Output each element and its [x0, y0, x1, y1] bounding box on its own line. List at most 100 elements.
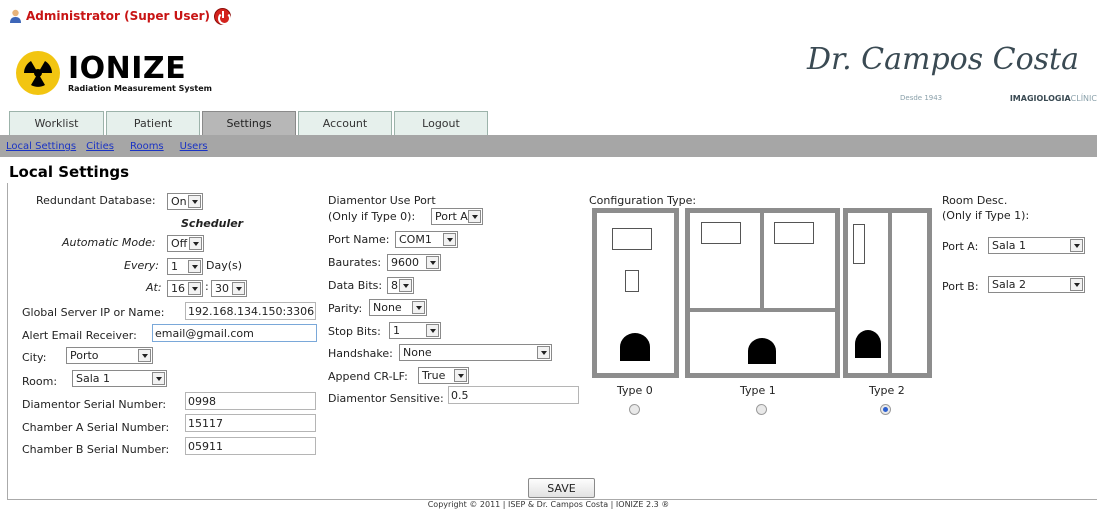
partner-clinic: IMAGIOLOGIACLÍNIC: [1010, 94, 1097, 103]
copyright: Copyright © 2011 | ISEP & Dr. Campos Cos…: [427, 500, 670, 509]
save-button[interactable]: SAVE: [528, 478, 595, 498]
baud-label: Baurates:: [328, 256, 382, 269]
at-hour-select[interactable]: 16: [167, 280, 203, 297]
email-label: Alert Email Receiver:: [22, 329, 137, 342]
tab-account[interactable]: Account: [298, 111, 392, 135]
diamentor-sn-label: Diamentor Serial Number:: [22, 398, 167, 411]
stop-bits-select[interactable]: 1: [389, 322, 441, 339]
chevron-down-icon: [537, 346, 550, 359]
crlf-select[interactable]: True: [418, 367, 469, 384]
data-bits-select[interactable]: 8: [387, 277, 414, 294]
power-icon[interactable]: [214, 7, 232, 25]
type-2-label: Type 2: [869, 384, 905, 397]
partner-logo: Dr. Campos Costa Desde 1943 IMAGIOLOGIAC…: [807, 38, 1097, 108]
user-name: Administrator (Super User): [26, 9, 211, 23]
redundant-db-select[interactable]: On: [167, 193, 203, 210]
data-bits-label: Data Bits:: [328, 279, 383, 292]
use-port-select[interactable]: Port A: [431, 208, 483, 225]
app-logo: IONIZE Radiation Measurement System: [12, 50, 212, 96]
email-input[interactable]: email@gmail.com: [152, 324, 317, 342]
port-b-select[interactable]: Sala 2: [988, 276, 1085, 293]
stop-bits-label: Stop Bits:: [328, 325, 381, 338]
chevron-down-icon: [426, 256, 439, 269]
operator-figure: [855, 330, 881, 358]
parity-select[interactable]: None: [369, 299, 427, 316]
port-a-select[interactable]: Sala 1: [988, 237, 1085, 254]
chevron-down-icon: [138, 349, 151, 362]
tab-patient[interactable]: Patient: [106, 111, 200, 135]
parity-label: Parity:: [328, 302, 363, 315]
room-label: Room:: [22, 375, 58, 388]
room-select[interactable]: Sala 1: [72, 370, 167, 387]
logo-subtitle: Radiation Measurement System: [68, 83, 212, 93]
chevron-down-icon: [1070, 278, 1083, 291]
tab-settings[interactable]: Settings: [202, 111, 296, 135]
type-0-radio[interactable]: [629, 404, 640, 415]
floorplan-type-1: [685, 208, 840, 378]
chamber-a-input[interactable]: 15117: [185, 414, 316, 432]
operator-figure: [748, 338, 776, 364]
tab-logout[interactable]: Logout: [394, 111, 488, 135]
sensitive-input[interactable]: 0.5: [448, 386, 579, 404]
port-a-value: Sala 1: [992, 239, 1027, 252]
city-value: Porto: [70, 349, 99, 362]
port-name-select[interactable]: COM1: [395, 231, 458, 248]
baud-select[interactable]: 9600: [387, 254, 441, 271]
at-label: At:: [146, 281, 162, 294]
every-label: Every:: [124, 259, 159, 272]
auto-mode-label: Automatic Mode:: [62, 236, 156, 249]
server-input[interactable]: 192.168.134.150:3306: [185, 302, 316, 320]
chevron-down-icon: [188, 282, 201, 295]
sub-navigation: Local Settings Cities Rooms Users: [0, 135, 1097, 157]
subnav-rooms[interactable]: Rooms: [130, 141, 164, 152]
port-name-label: Port Name:: [328, 233, 390, 246]
radiation-icon: [16, 51, 60, 95]
handshake-value: None: [403, 346, 432, 359]
partner-signature: Dr. Campos Costa: [806, 42, 1079, 77]
partner-clinic-bold: IMAGIOLOGIA: [1009, 94, 1071, 103]
at-minute-select[interactable]: 30: [211, 280, 247, 297]
at-hour-value: 16: [171, 282, 185, 295]
parity-value: None: [373, 301, 402, 314]
room-value: Sala 1: [76, 372, 111, 385]
equipment-table: [612, 228, 652, 250]
port-b-label: Port B:: [942, 280, 979, 293]
user-bar: Administrator (Super User): [9, 5, 232, 27]
subnav-users[interactable]: Users: [180, 141, 208, 152]
auto-mode-select[interactable]: Off: [167, 235, 204, 252]
city-select[interactable]: Porto: [66, 347, 153, 364]
auto-mode-value: Off: [171, 237, 188, 250]
subnav-cities[interactable]: Cities: [86, 141, 114, 152]
crlf-label: Append CR-LF:: [328, 370, 408, 383]
server-label: Global Server IP or Name:: [22, 306, 165, 319]
user-icon: [9, 9, 22, 23]
baud-value: 9600: [391, 256, 419, 269]
tab-worklist[interactable]: Worklist: [9, 111, 104, 135]
equipment-table: [853, 224, 865, 264]
type-1-radio[interactable]: [756, 404, 767, 415]
diamentor-sn-input[interactable]: 0998: [185, 392, 316, 410]
config-type-label: Configuration Type:: [589, 194, 697, 207]
port-a-label: Port A:: [942, 240, 979, 253]
chevron-down-icon: [189, 237, 202, 250]
room-desc-label: Room Desc.: [942, 194, 1008, 207]
scheduler-title: Scheduler: [181, 217, 244, 230]
sensitive-label: Diamentor Sensitive:: [328, 392, 444, 405]
operator-figure: [620, 333, 650, 361]
redundant-db-value: On: [171, 195, 187, 208]
use-port-label: Diamentor Use Port: [328, 194, 436, 207]
handshake-select[interactable]: None: [399, 344, 552, 361]
subnav-local-settings[interactable]: Local Settings: [6, 141, 76, 152]
partner-clinic-rest: CLÍNIC: [1070, 94, 1097, 103]
port-name-value: COM1: [399, 233, 432, 246]
equipment-unit: [625, 270, 639, 292]
type-1-label: Type 1: [740, 384, 776, 397]
logo-name: IONIZE: [68, 50, 187, 86]
port-b-value: Sala 2: [992, 278, 1027, 291]
type-2-radio[interactable]: [880, 404, 891, 415]
chamber-b-input[interactable]: 05911: [185, 437, 316, 455]
every-select[interactable]: 1: [167, 258, 203, 275]
every-value: 1: [171, 260, 178, 273]
chevron-down-icon: [152, 372, 165, 385]
chevron-down-icon: [468, 210, 481, 223]
